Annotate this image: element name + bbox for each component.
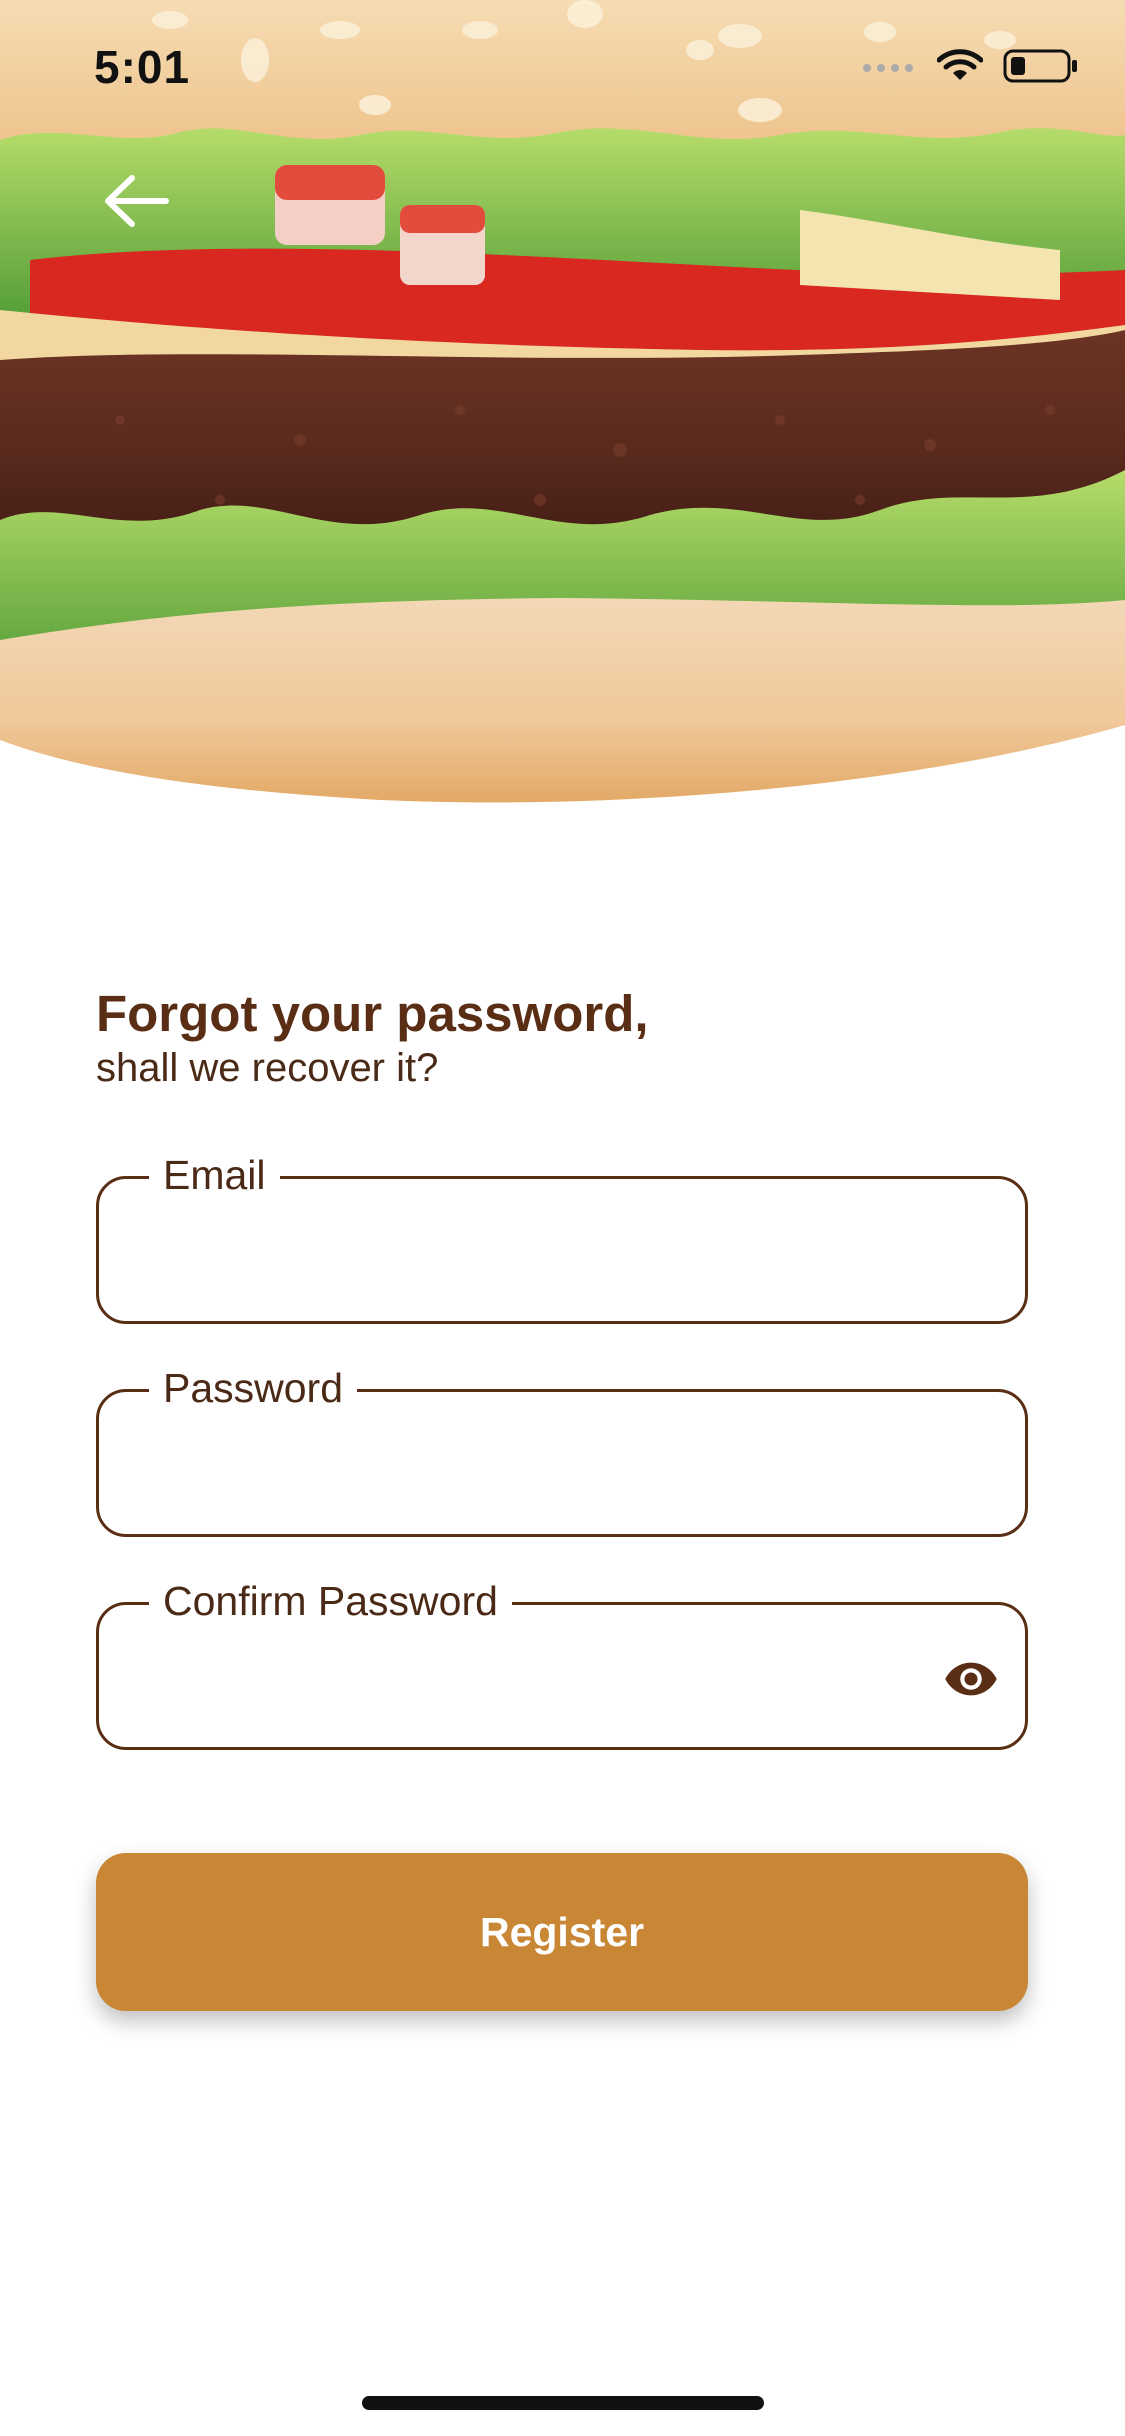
forgot-password-screen: 5:01 Forgot your password, shall we reco… (0, 0, 1125, 2436)
page-subtitle: shall we recover it? (96, 1046, 439, 1090)
status-time: 5:01 (94, 41, 191, 93)
home-indicator[interactable] (362, 2396, 764, 2410)
show-password-toggle[interactable] (943, 1651, 999, 1707)
confirm-password-label: Confirm Password (149, 1573, 512, 1629)
password-field[interactable]: Password (96, 1360, 1028, 1537)
confirm-password-input[interactable] (139, 1645, 943, 1711)
wifi-icon (937, 49, 983, 80)
password-input[interactable] (139, 1432, 943, 1498)
status-bar: 5:01 (0, 0, 1125, 135)
page-title: Forgot your password, (96, 985, 649, 1042)
back-button[interactable] (96, 166, 176, 236)
register-button[interactable]: Register (96, 1853, 1028, 2011)
signal-icon (863, 64, 913, 72)
arrow-left-icon (105, 175, 169, 227)
email-field[interactable]: Email (96, 1147, 1028, 1324)
eye-icon (945, 1662, 997, 1696)
password-label: Password (149, 1360, 358, 1416)
email-input[interactable] (139, 1219, 943, 1285)
status-icons (861, 48, 1079, 84)
battery-icon (1003, 49, 1077, 83)
email-label: Email (149, 1147, 280, 1203)
confirm-password-field[interactable]: Confirm Password (96, 1573, 1028, 1750)
